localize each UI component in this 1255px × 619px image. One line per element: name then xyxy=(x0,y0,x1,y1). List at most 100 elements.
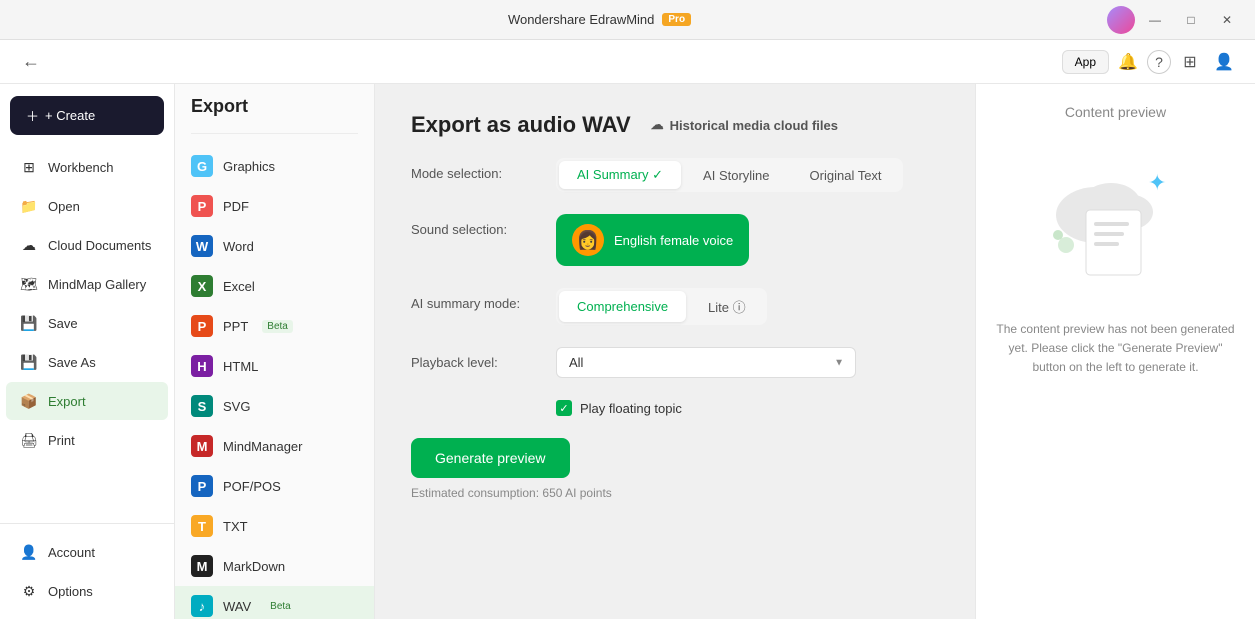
export-title-row: Export as audio WAV ☁ Historical media c… xyxy=(411,112,939,138)
export-label-wav: WAV xyxy=(223,599,251,614)
saveas-icon: 💾 xyxy=(20,353,38,371)
cloud-link-label: Historical media cloud files xyxy=(670,118,838,133)
export-item-txt[interactable]: T TXT xyxy=(175,506,374,546)
summary-comprehensive[interactable]: Comprehensive xyxy=(559,291,686,322)
sidebar-label-saveas: Save As xyxy=(48,355,96,370)
sidebar-item-workbench[interactable]: ⊞ Workbench xyxy=(6,148,168,186)
sidebar-item-save[interactable]: 💾 Save xyxy=(6,304,168,342)
summary-buttons-group: Comprehensive Lite ⓘ xyxy=(556,288,767,325)
export-list: Export G Graphics P PDF W Word X Excel P… xyxy=(175,84,375,619)
summary-lite[interactable]: Lite ⓘ xyxy=(690,291,764,322)
divider xyxy=(191,133,358,134)
export-item-word[interactable]: W Word xyxy=(175,226,374,266)
export-label-pof: POF/POS xyxy=(223,479,281,494)
back-button[interactable]: ← xyxy=(16,47,46,77)
mode-ai-storyline[interactable]: AI Storyline xyxy=(685,161,787,189)
export-item-markdown[interactable]: M MarkDown xyxy=(175,546,374,586)
notification-icon[interactable]: 🔔 xyxy=(1113,47,1143,77)
export-label-txt: TXT xyxy=(223,519,248,534)
floating-topic-label: Play floating topic xyxy=(580,401,682,416)
mode-original-text[interactable]: Original Text xyxy=(792,161,900,189)
sidebar-nav: ⊞ Workbench 📁 Open ☁ Cloud Documents 🗺 M… xyxy=(0,147,174,523)
playback-select[interactable]: All Main topics only Sub topics xyxy=(556,347,856,378)
sidebar-item-saveas[interactable]: 💾 Save As xyxy=(6,343,168,381)
print-icon: 🖨 xyxy=(20,431,38,449)
close-button[interactable]: ✕ xyxy=(1211,4,1243,36)
sidebar-label-workbench: Workbench xyxy=(48,160,114,175)
plus-icon: ＋ xyxy=(26,106,39,125)
floating-topic-row: Play floating topic xyxy=(556,400,939,416)
export-main: Export as audio WAV ☁ Historical media c… xyxy=(375,84,975,619)
create-label: + Create xyxy=(45,108,95,123)
export-label-ppt: PPT xyxy=(223,319,248,334)
mindmap-icon: 🗺 xyxy=(20,275,38,293)
export-item-svg[interactable]: S SVG xyxy=(175,386,374,426)
open-icon: 📁 xyxy=(20,197,38,215)
sidebar-item-cloud[interactable]: ☁ Cloud Documents xyxy=(6,226,168,264)
ai-summary-control: Comprehensive Lite ⓘ xyxy=(556,288,939,325)
titlebar: Wondershare EdrawMind Pro — □ ✕ xyxy=(0,0,1255,40)
sidebar-item-export[interactable]: 📦 Export xyxy=(6,382,168,420)
export-label-html: HTML xyxy=(223,359,258,374)
pof-icon: P xyxy=(191,475,213,497)
word-icon: W xyxy=(191,235,213,257)
sidebar-label-export: Export xyxy=(48,394,86,409)
sidebar-label-options: Options xyxy=(48,584,93,599)
sidebar-item-account[interactable]: 👤 Account xyxy=(6,533,168,571)
sound-label: Sound selection: xyxy=(411,214,556,237)
playback-row: Playback level: All Main topics only Sub… xyxy=(411,347,939,378)
sound-selection-row: Sound selection: 👩 English female voice xyxy=(411,214,939,266)
ppt-icon: P xyxy=(191,315,213,337)
mode-ai-summary[interactable]: AI Summary xyxy=(559,161,681,189)
sidebar-item-mindmap[interactable]: 🗺 MindMap Gallery xyxy=(6,265,168,303)
preview-description: The content preview has not been generat… xyxy=(996,320,1235,378)
toolbar-right: App 🔔 ? ⊞ 👤 xyxy=(1062,47,1239,77)
minimize-button[interactable]: — xyxy=(1139,4,1171,36)
user-icon[interactable]: 👤 xyxy=(1209,47,1239,77)
preview-title: Content preview xyxy=(1065,104,1166,120)
mindmanager-icon: M xyxy=(191,435,213,457)
sidebar-item-open[interactable]: 📁 Open xyxy=(6,187,168,225)
html-icon: H xyxy=(191,355,213,377)
export-item-html[interactable]: H HTML xyxy=(175,346,374,386)
titlebar-controls: — □ ✕ xyxy=(1107,4,1243,36)
sound-card[interactable]: 👩 English female voice xyxy=(556,214,749,266)
export-item-wav[interactable]: ♪ WAV Beta xyxy=(175,586,374,619)
markdown-icon: M xyxy=(191,555,213,577)
floating-topic-checkbox[interactable] xyxy=(556,400,572,416)
grid-icon[interactable]: ⊞ xyxy=(1175,47,1205,77)
app-button[interactable]: App xyxy=(1062,50,1109,74)
mode-control: AI Summary AI Storyline Original Text xyxy=(556,158,939,192)
export-panel-title: Export as audio WAV xyxy=(411,112,631,138)
sidebar-item-print[interactable]: 🖨 Print xyxy=(6,421,168,459)
cloud-icon: ☁ xyxy=(20,236,38,254)
sidebar-label-mindmap: MindMap Gallery xyxy=(48,277,146,292)
help-icon[interactable]: ? xyxy=(1147,50,1171,74)
mode-buttons-group: AI Summary AI Storyline Original Text xyxy=(556,158,903,192)
export-list-title: Export xyxy=(175,96,374,129)
cloud-link[interactable]: ☁ Historical media cloud files xyxy=(651,117,838,133)
export-item-mindmanager[interactable]: M MindManager xyxy=(175,426,374,466)
playback-label: Playback level: xyxy=(411,347,556,370)
export-label-graphics: Graphics xyxy=(223,159,275,174)
generate-button[interactable]: Generate preview xyxy=(411,438,570,478)
content-preview-panel: Content preview ✦ xyxy=(975,84,1255,619)
export-item-ppt[interactable]: P PPT Beta xyxy=(175,306,374,346)
export-item-graphics[interactable]: G Graphics xyxy=(175,146,374,186)
excel-icon: X xyxy=(191,275,213,297)
sidebar-label-save: Save xyxy=(48,316,78,331)
sidebar-item-options[interactable]: ⚙ Options xyxy=(6,572,168,610)
create-button[interactable]: ＋ + Create xyxy=(10,96,164,135)
maximize-button[interactable]: □ xyxy=(1175,4,1207,36)
playback-control: All Main topics only Sub topics xyxy=(556,347,939,378)
sound-control: 👩 English female voice xyxy=(556,214,939,266)
export-item-excel[interactable]: X Excel xyxy=(175,266,374,306)
estimated-text: Estimated consumption: 650 AI points xyxy=(411,486,939,500)
save-icon: 💾 xyxy=(20,314,38,332)
ai-summary-label: AI summary mode: xyxy=(411,288,556,311)
export-item-pof[interactable]: P POF/POS xyxy=(175,466,374,506)
sidebar-label-print: Print xyxy=(48,433,75,448)
avatar[interactable] xyxy=(1107,6,1135,34)
export-item-pdf[interactable]: P PDF xyxy=(175,186,374,226)
ai-summary-mode-row: AI summary mode: Comprehensive Lite ⓘ xyxy=(411,288,939,325)
